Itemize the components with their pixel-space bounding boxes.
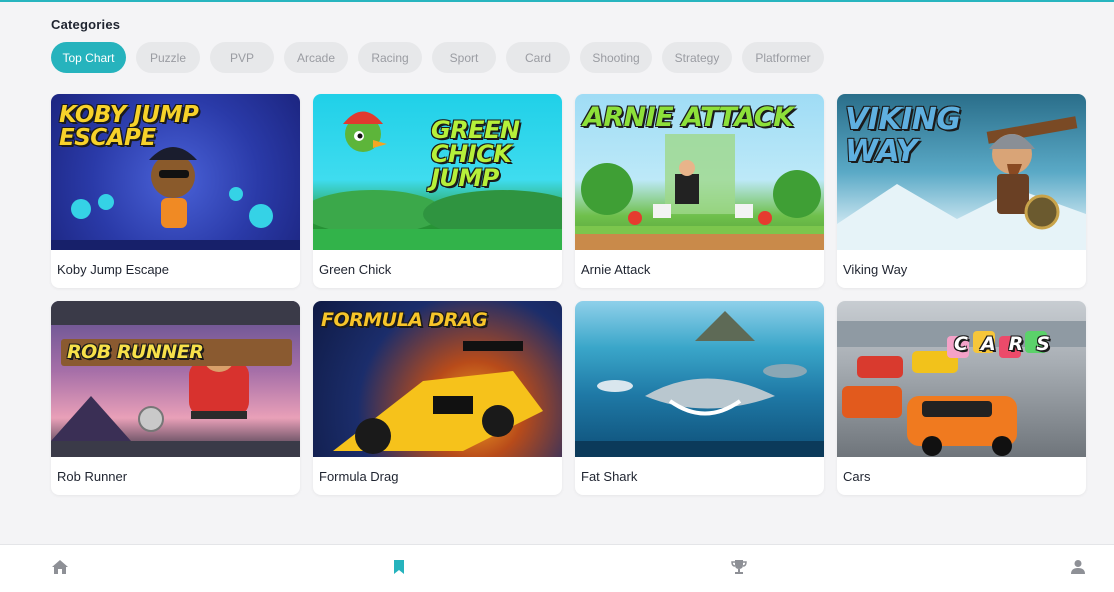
game-art-title: FORMULA DRAG bbox=[321, 309, 488, 331]
categories-heading: Categories bbox=[51, 17, 121, 32]
chip-strategy[interactable]: Strategy bbox=[662, 42, 732, 73]
chip-pvp[interactable]: PVP bbox=[210, 42, 274, 73]
game-title: Cars bbox=[843, 468, 871, 484]
game-card-koby-jump-escape[interactable]: KOBY JUMP ESCAPE Koby Jump Escape bbox=[51, 94, 300, 288]
games-grid: KOBY JUMP ESCAPE Koby Jump Escape GREEN … bbox=[51, 94, 1086, 495]
fat-shark-art bbox=[575, 311, 824, 457]
game-card-fat-shark[interactable]: Fat Shark bbox=[575, 301, 824, 495]
nav-profile[interactable] bbox=[1068, 557, 1088, 577]
game-title: Green Chick bbox=[319, 261, 392, 277]
nav-leaderboard[interactable] bbox=[729, 557, 749, 577]
game-art-title: GREEN CHICK JUMP bbox=[431, 116, 520, 192]
game-thumbnail: ARNIE ATTACK bbox=[575, 94, 824, 250]
game-art-title: CARS bbox=[954, 333, 1063, 355]
home-icon bbox=[52, 560, 68, 574]
chip-racing[interactable]: Racing bbox=[358, 42, 422, 73]
game-title: Rob Runner bbox=[57, 468, 128, 484]
bookmark-icon bbox=[394, 560, 404, 574]
game-thumbnail: ROB RUNNER bbox=[51, 301, 300, 457]
game-thumbnail: KOBY JUMP ESCAPE bbox=[51, 94, 300, 250]
game-card-rob-runner[interactable]: ROB RUNNER Rob Runner bbox=[51, 301, 300, 495]
game-title: Arnie Attack bbox=[581, 261, 651, 277]
nav-bookmarks[interactable] bbox=[389, 557, 409, 577]
game-card-cars[interactable]: CARS Cars bbox=[837, 301, 1086, 495]
game-title: Koby Jump Escape bbox=[57, 261, 170, 277]
game-art-title: KOBY JUMP ESCAPE bbox=[59, 102, 199, 151]
game-art-title: VIKING WAY bbox=[845, 102, 961, 169]
game-thumbnail bbox=[575, 301, 824, 457]
bottom-navigation bbox=[0, 544, 1114, 592]
game-title: Viking Way bbox=[843, 261, 908, 277]
category-chips: Top Chart Puzzle PVP Arcade Racing Sport… bbox=[51, 42, 824, 74]
chip-arcade[interactable]: Arcade bbox=[284, 42, 348, 73]
game-art-title: ARNIE ATTACK bbox=[583, 102, 794, 133]
game-card-viking-way[interactable]: VIKING WAY Viking Way bbox=[837, 94, 1086, 288]
game-card-arnie-attack[interactable]: ARNIE ATTACK Arnie Attack bbox=[575, 94, 824, 288]
user-icon bbox=[1071, 560, 1085, 574]
game-art-title: ROB RUNNER bbox=[61, 339, 292, 366]
rob-runner-art bbox=[51, 301, 300, 457]
trophy-icon bbox=[731, 560, 747, 574]
game-card-green-chick[interactable]: GREEN CHICK JUMP Green Chick bbox=[313, 94, 562, 288]
chip-shooting[interactable]: Shooting bbox=[580, 42, 652, 73]
game-thumbnail: GREEN CHICK JUMP bbox=[313, 94, 562, 250]
chip-platformer[interactable]: Platformer bbox=[742, 42, 824, 73]
chip-puzzle[interactable]: Puzzle bbox=[136, 42, 200, 73]
chip-top-chart[interactable]: Top Chart bbox=[51, 42, 126, 73]
nav-home[interactable] bbox=[50, 557, 70, 577]
game-title: Formula Drag bbox=[319, 468, 399, 484]
chip-sport[interactable]: Sport bbox=[432, 42, 496, 73]
game-thumbnail: FORMULA DRAG bbox=[313, 301, 562, 457]
game-thumbnail: VIKING WAY bbox=[837, 94, 1086, 250]
chip-card[interactable]: Card bbox=[506, 42, 570, 73]
game-thumbnail: CARS bbox=[837, 301, 1086, 457]
game-title: Fat Shark bbox=[581, 468, 638, 484]
cars-art bbox=[837, 321, 1086, 456]
game-card-formula-drag[interactable]: FORMULA DRAG Formula Drag bbox=[313, 301, 562, 495]
top-accent-line bbox=[0, 0, 1114, 2]
